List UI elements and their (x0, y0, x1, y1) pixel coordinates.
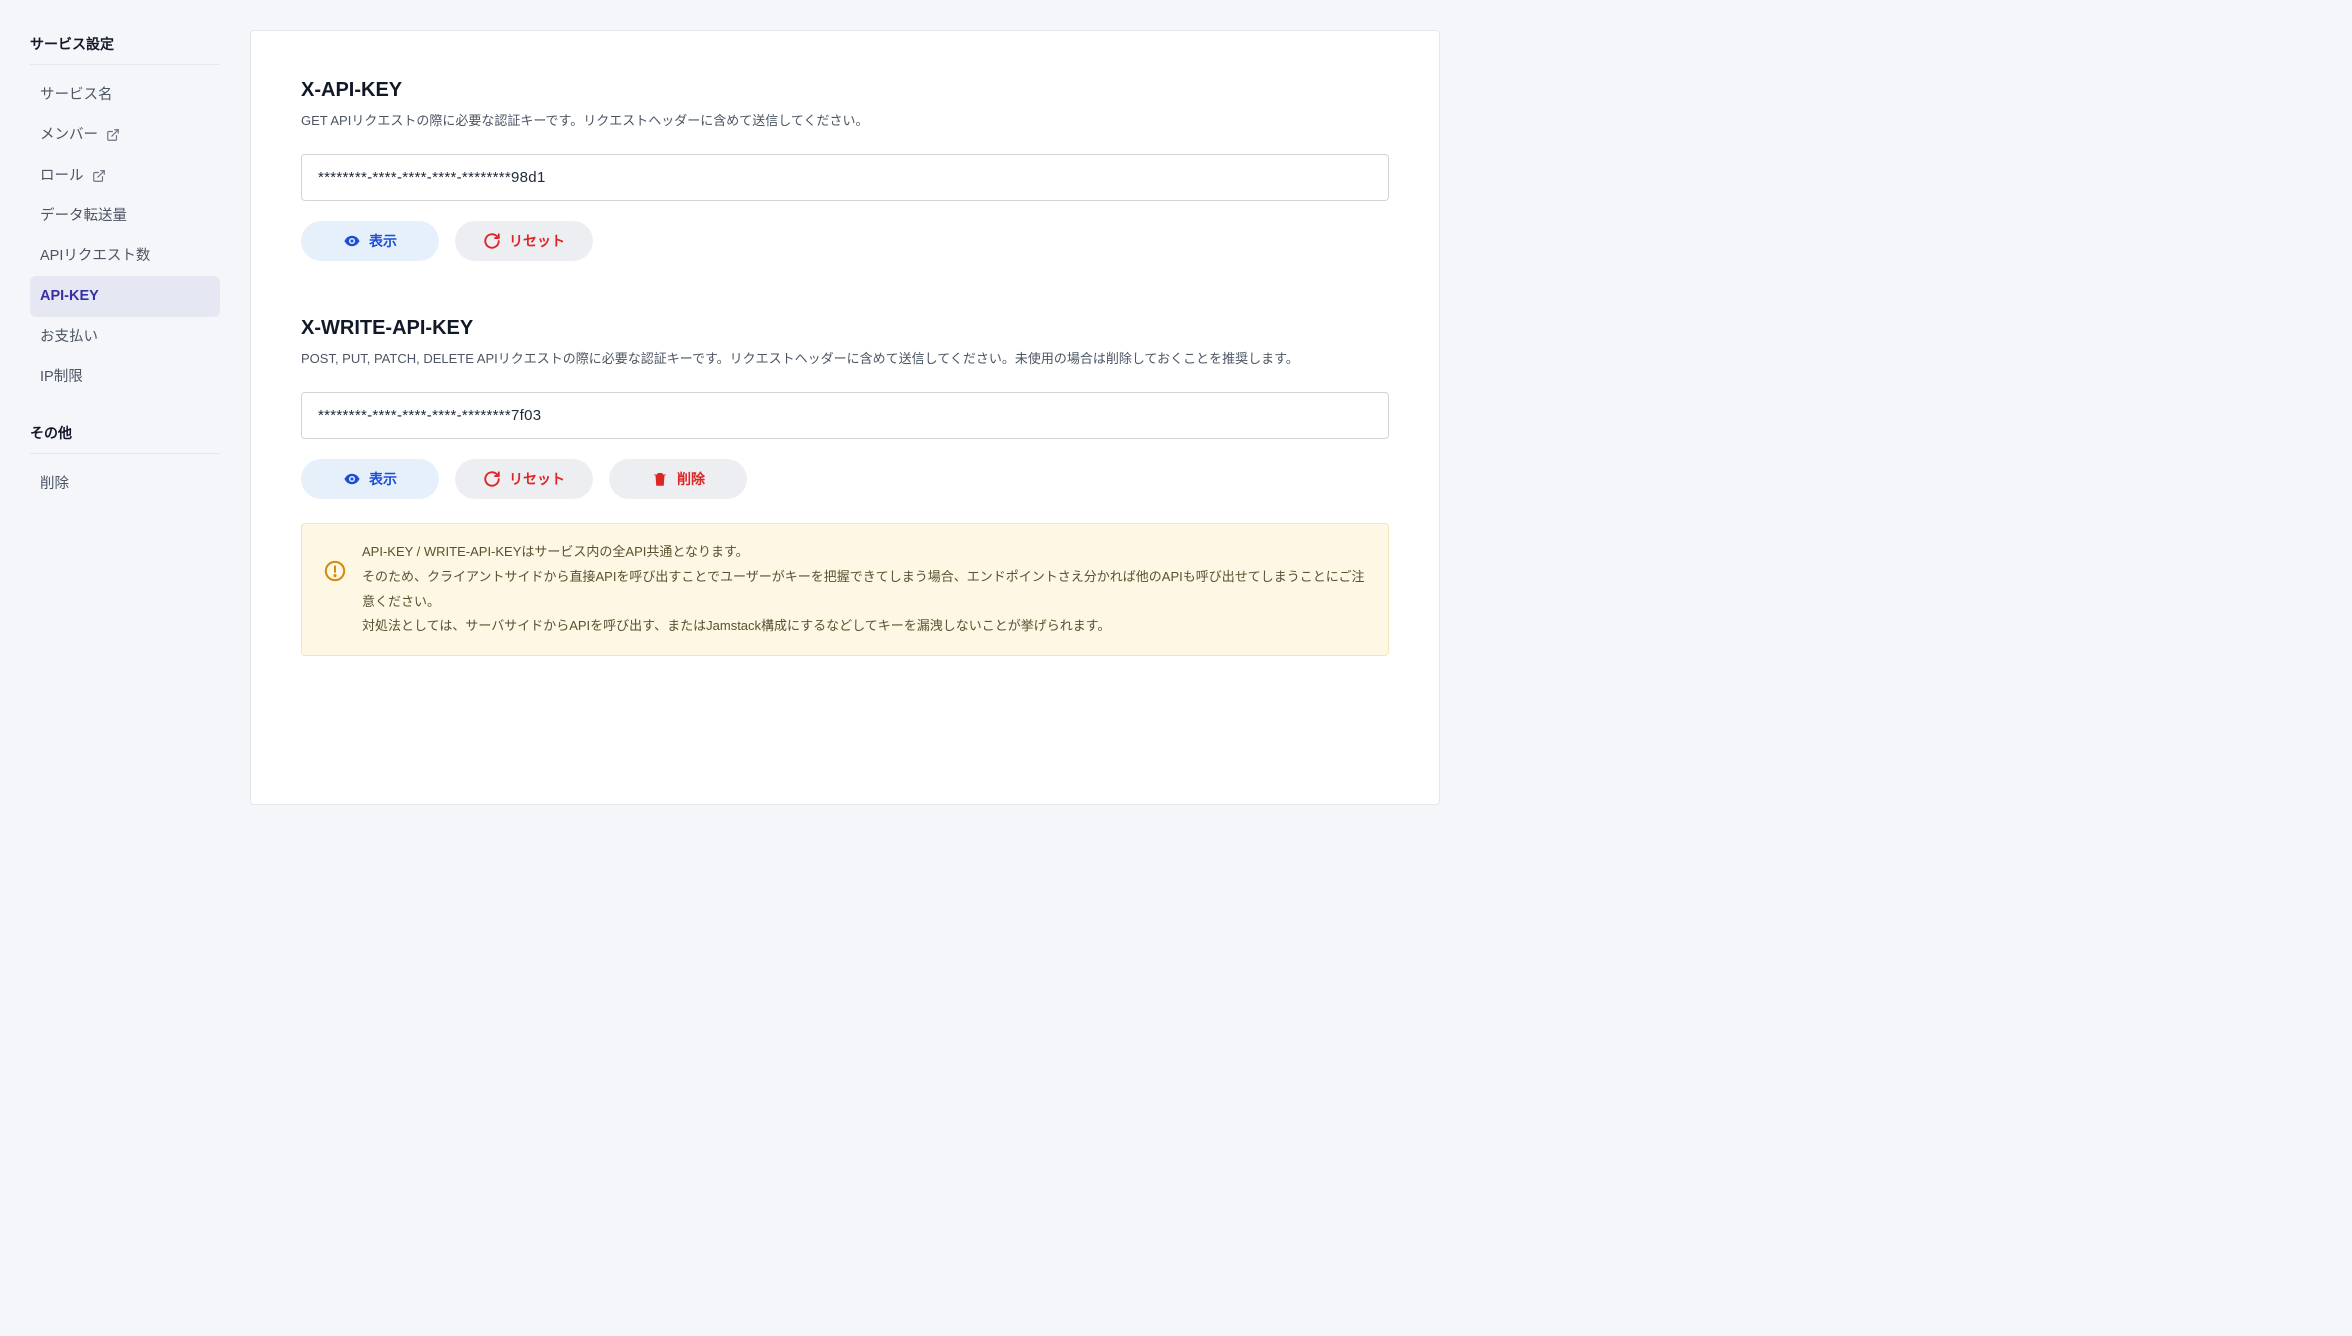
refresh-icon (483, 232, 501, 250)
sidebar-item-ip-restriction[interactable]: IP制限 (30, 357, 220, 397)
button-label: 削除 (677, 469, 705, 489)
warning-text: API-KEY / WRITE-API-KEYはサービス内の全API共通となりま… (362, 540, 1366, 639)
warning-box: API-KEY / WRITE-API-KEYはサービス内の全API共通となりま… (301, 523, 1389, 656)
show-api-key-button[interactable]: 表示 (301, 221, 439, 261)
section-title-write-api-key: X-WRITE-API-KEY (301, 317, 1389, 340)
sidebar-list-service: サービス名 メンバー ロール データ転送量 APIリクエスト数 (30, 75, 220, 397)
eye-icon (343, 232, 361, 250)
warning-line-1: API-KEY / WRITE-API-KEYはサービス内の全API共通となりま… (362, 540, 1366, 565)
button-label: リセット (509, 469, 565, 489)
sidebar-item-label: サービス名 (40, 85, 113, 105)
show-write-api-key-button[interactable]: 表示 (301, 459, 439, 499)
section-write-api-key: X-WRITE-API-KEY POST, PUT, PATCH, DELETE… (301, 317, 1389, 656)
button-label: 表示 (369, 231, 397, 251)
reset-write-api-key-button[interactable]: リセット (455, 459, 593, 499)
sidebar-group-title-other: その他 (30, 423, 220, 454)
write-api-key-value[interactable]: ********-****-****-****-********7f03 (301, 392, 1389, 439)
sidebar-group-title-service: サービス設定 (30, 34, 220, 65)
api-key-value[interactable]: ********-****-****-****-********98d1 (301, 154, 1389, 201)
external-link-icon (106, 128, 120, 142)
warning-line-3: 対処法としては、サーバサイドからAPIを呼び出す、またはJamstack構成にす… (362, 614, 1366, 639)
sidebar-item-label: IP制限 (40, 367, 83, 387)
section-title-api-key: X-API-KEY (301, 79, 1389, 102)
sidebar-list-other: 削除 (30, 464, 220, 504)
sidebar-item-label: APIリクエスト数 (40, 246, 150, 266)
section-desc-api-key: GET APIリクエストの際に必要な認証キーです。リクエストヘッダーに含めて送信… (301, 110, 1389, 132)
sidebar-item-label: API-KEY (40, 286, 99, 306)
section-desc-write-api-key: POST, PUT, PATCH, DELETE APIリクエストの際に必要な認… (301, 348, 1389, 370)
sidebar: サービス設定 サービス名 メンバー ロール データ転送量 APIリク (30, 30, 220, 805)
sidebar-item-label: ロール (40, 166, 84, 186)
sidebar-item-api-key[interactable]: API-KEY (30, 276, 220, 316)
external-link-icon (92, 169, 106, 183)
delete-write-api-key-button[interactable]: 削除 (609, 459, 747, 499)
reset-api-key-button[interactable]: リセット (455, 221, 593, 261)
sidebar-item-service-name[interactable]: サービス名 (30, 75, 220, 115)
section-api-key: X-API-KEY GET APIリクエストの際に必要な認証キーです。リクエスト… (301, 79, 1389, 261)
sidebar-item-label: データ転送量 (40, 206, 127, 226)
refresh-icon (483, 470, 501, 488)
trash-icon (651, 470, 669, 488)
sidebar-item-members[interactable]: メンバー (30, 115, 220, 155)
eye-icon (343, 470, 361, 488)
sidebar-item-payment[interactable]: お支払い (30, 317, 220, 357)
api-key-buttons: 表示 リセット (301, 221, 1389, 261)
sidebar-item-label: 削除 (40, 474, 69, 494)
sidebar-item-api-requests[interactable]: APIリクエスト数 (30, 236, 220, 276)
sidebar-item-roles[interactable]: ロール (30, 156, 220, 196)
sidebar-item-data-transfer[interactable]: データ転送量 (30, 196, 220, 236)
warning-line-2: そのため、クライアントサイドから直接APIを呼び出すことでユーザーがキーを把握で… (362, 565, 1366, 614)
button-label: リセット (509, 231, 565, 251)
sidebar-item-delete[interactable]: 削除 (30, 464, 220, 504)
sidebar-item-label: お支払い (40, 327, 98, 347)
write-api-key-buttons: 表示 リセット 削除 (301, 459, 1389, 499)
sidebar-item-label: メンバー (40, 125, 98, 145)
main-panel: X-API-KEY GET APIリクエストの際に必要な認証キーです。リクエスト… (250, 30, 1440, 805)
button-label: 表示 (369, 469, 397, 489)
warning-icon (324, 560, 346, 582)
